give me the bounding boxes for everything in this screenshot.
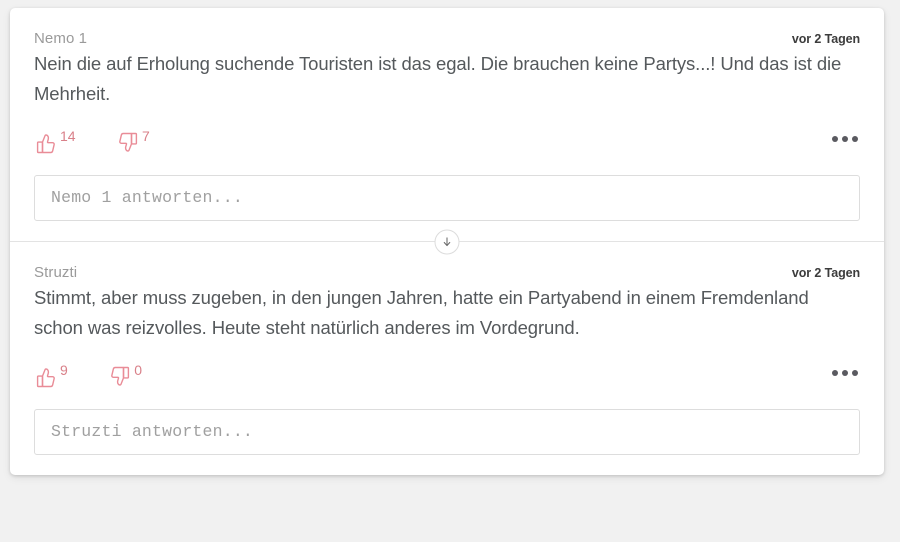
upvote-button[interactable]: 14 bbox=[34, 128, 76, 155]
reply-input-placeholder: Struzti antworten... bbox=[51, 422, 254, 441]
comment-body: Stimmt, aber muss zugeben, in den jungen… bbox=[34, 287, 809, 338]
comment-header: Nemo 1 vor 2 Tagen bbox=[34, 30, 860, 47]
more-options-icon bbox=[842, 136, 848, 142]
more-options-icon bbox=[852, 136, 858, 142]
comment-timestamp: vor 2 Tagen bbox=[791, 266, 860, 280]
reply-input[interactable]: Nemo 1 antworten... bbox=[34, 175, 860, 221]
more-options-icon bbox=[842, 370, 848, 376]
downvote-button[interactable]: 0 bbox=[108, 362, 143, 389]
reply-input[interactable]: Struzti antworten... bbox=[34, 409, 860, 455]
comment-item: Nemo 1 vor 2 Tagen Nein die auf Erholung… bbox=[10, 8, 884, 241]
more-options-icon bbox=[832, 136, 838, 142]
comment-author: Struzti bbox=[34, 264, 78, 281]
comment-body: Nein die auf Erholung suchende Touristen… bbox=[34, 53, 842, 104]
page-root: Nemo 1 vor 2 Tagen Nein die auf Erholung… bbox=[0, 0, 900, 542]
comment-actions: 9 0 bbox=[34, 362, 860, 391]
more-options-icon bbox=[832, 370, 838, 376]
comment-item: Struzti vor 2 Tagen Stimmt, aber muss zu… bbox=[10, 242, 884, 475]
comment-author: Nemo 1 bbox=[34, 30, 88, 47]
more-options-button[interactable] bbox=[832, 136, 858, 142]
downvote-count: 7 bbox=[142, 128, 150, 144]
reply-input-placeholder: Nemo 1 antworten... bbox=[51, 188, 243, 207]
thumbs-down-icon bbox=[116, 131, 140, 155]
more-options-icon bbox=[852, 370, 858, 376]
thumbs-down-icon bbox=[108, 365, 132, 389]
thumbs-up-icon bbox=[34, 131, 58, 155]
comment-actions: 14 7 bbox=[34, 128, 860, 157]
more-options-button[interactable] bbox=[832, 370, 858, 376]
downvote-button[interactable]: 7 bbox=[116, 128, 150, 155]
thumbs-up-icon bbox=[34, 365, 58, 389]
comment-header: Struzti vor 2 Tagen bbox=[34, 264, 860, 281]
comment-timestamp: vor 2 Tagen bbox=[791, 32, 860, 46]
comment-thread-card: Nemo 1 vor 2 Tagen Nein die auf Erholung… bbox=[10, 8, 884, 475]
upvote-count: 14 bbox=[60, 128, 76, 144]
upvote-count: 9 bbox=[60, 362, 68, 378]
upvote-button[interactable]: 9 bbox=[34, 362, 68, 389]
downvote-count: 0 bbox=[134, 362, 143, 378]
